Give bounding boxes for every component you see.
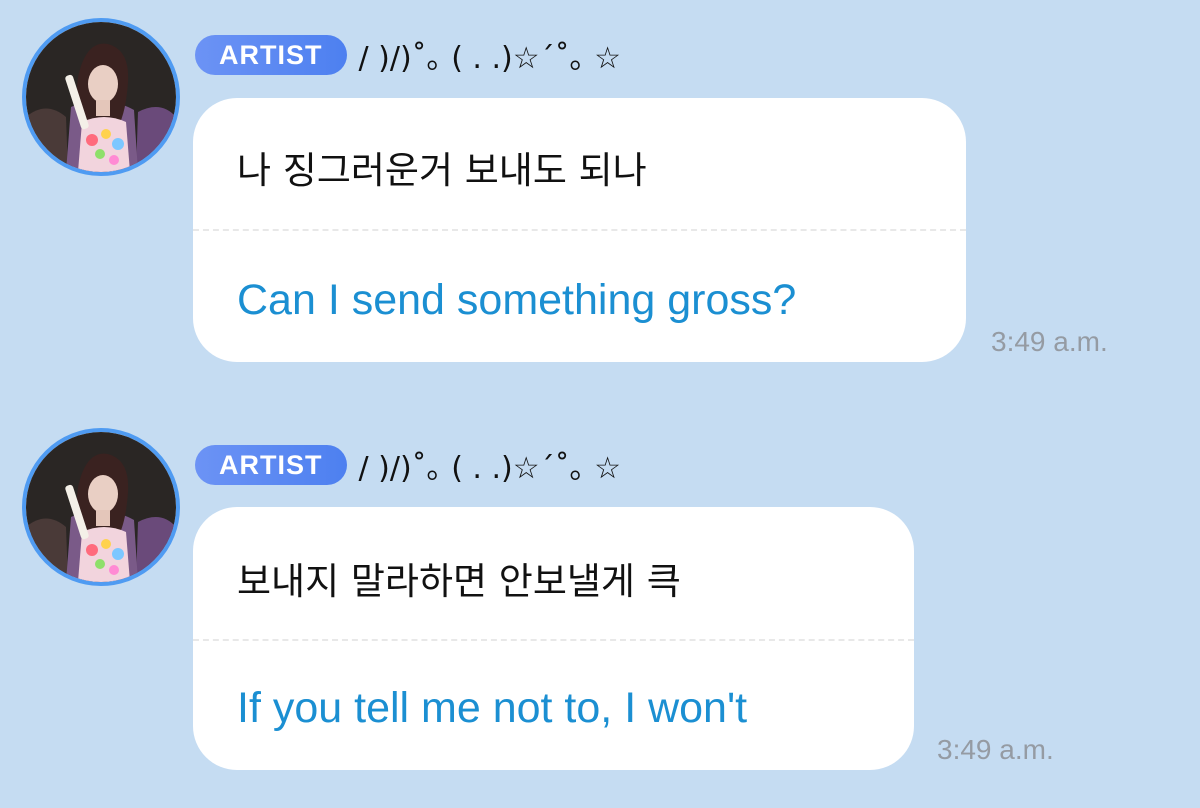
message-bubble[interactable]: 보내지 말라하면 안보낼게 큭 If you tell me not to, I… xyxy=(193,507,914,770)
message-bubble[interactable]: 나 징그러운거 보내도 되나 Can I send something gros… xyxy=(193,98,966,362)
message-timestamp: 3:49 a.m. xyxy=(991,326,1108,357)
artist-nickname: / )/)˚｡ ( . .)☆´˚｡ ☆ xyxy=(358,451,622,486)
artist-nickname: / )/)˚｡ ( . .)☆´˚｡ ☆ xyxy=(358,41,622,76)
message-header: ARTIST / )/)˚｡ ( . .)☆´˚｡ ☆ xyxy=(195,32,621,78)
artist-avatar[interactable] xyxy=(22,428,180,586)
translation-divider xyxy=(193,639,914,641)
avatar-photo xyxy=(26,432,176,582)
translated-text: If you tell me not to, I won't xyxy=(237,684,748,732)
translated-text: Can I send something gross? xyxy=(237,276,797,324)
chat-screen: { "messages": [ { "badge": "ARTIST", "ni… xyxy=(0,0,1200,808)
translation-divider xyxy=(193,229,966,231)
artist-avatar[interactable] xyxy=(22,18,180,176)
artist-badge: ARTIST xyxy=(195,445,347,485)
artist-badge: ARTIST xyxy=(195,35,347,75)
message-timestamp: 3:49 a.m. xyxy=(937,734,1054,765)
avatar-photo xyxy=(26,22,176,172)
original-text: 나 징그러운거 보내도 되나 xyxy=(237,149,647,192)
message-header: ARTIST / )/)˚｡ ( . .)☆´˚｡ ☆ xyxy=(195,442,621,488)
original-text: 보내지 말라하면 안보낼게 큭 xyxy=(237,560,681,603)
